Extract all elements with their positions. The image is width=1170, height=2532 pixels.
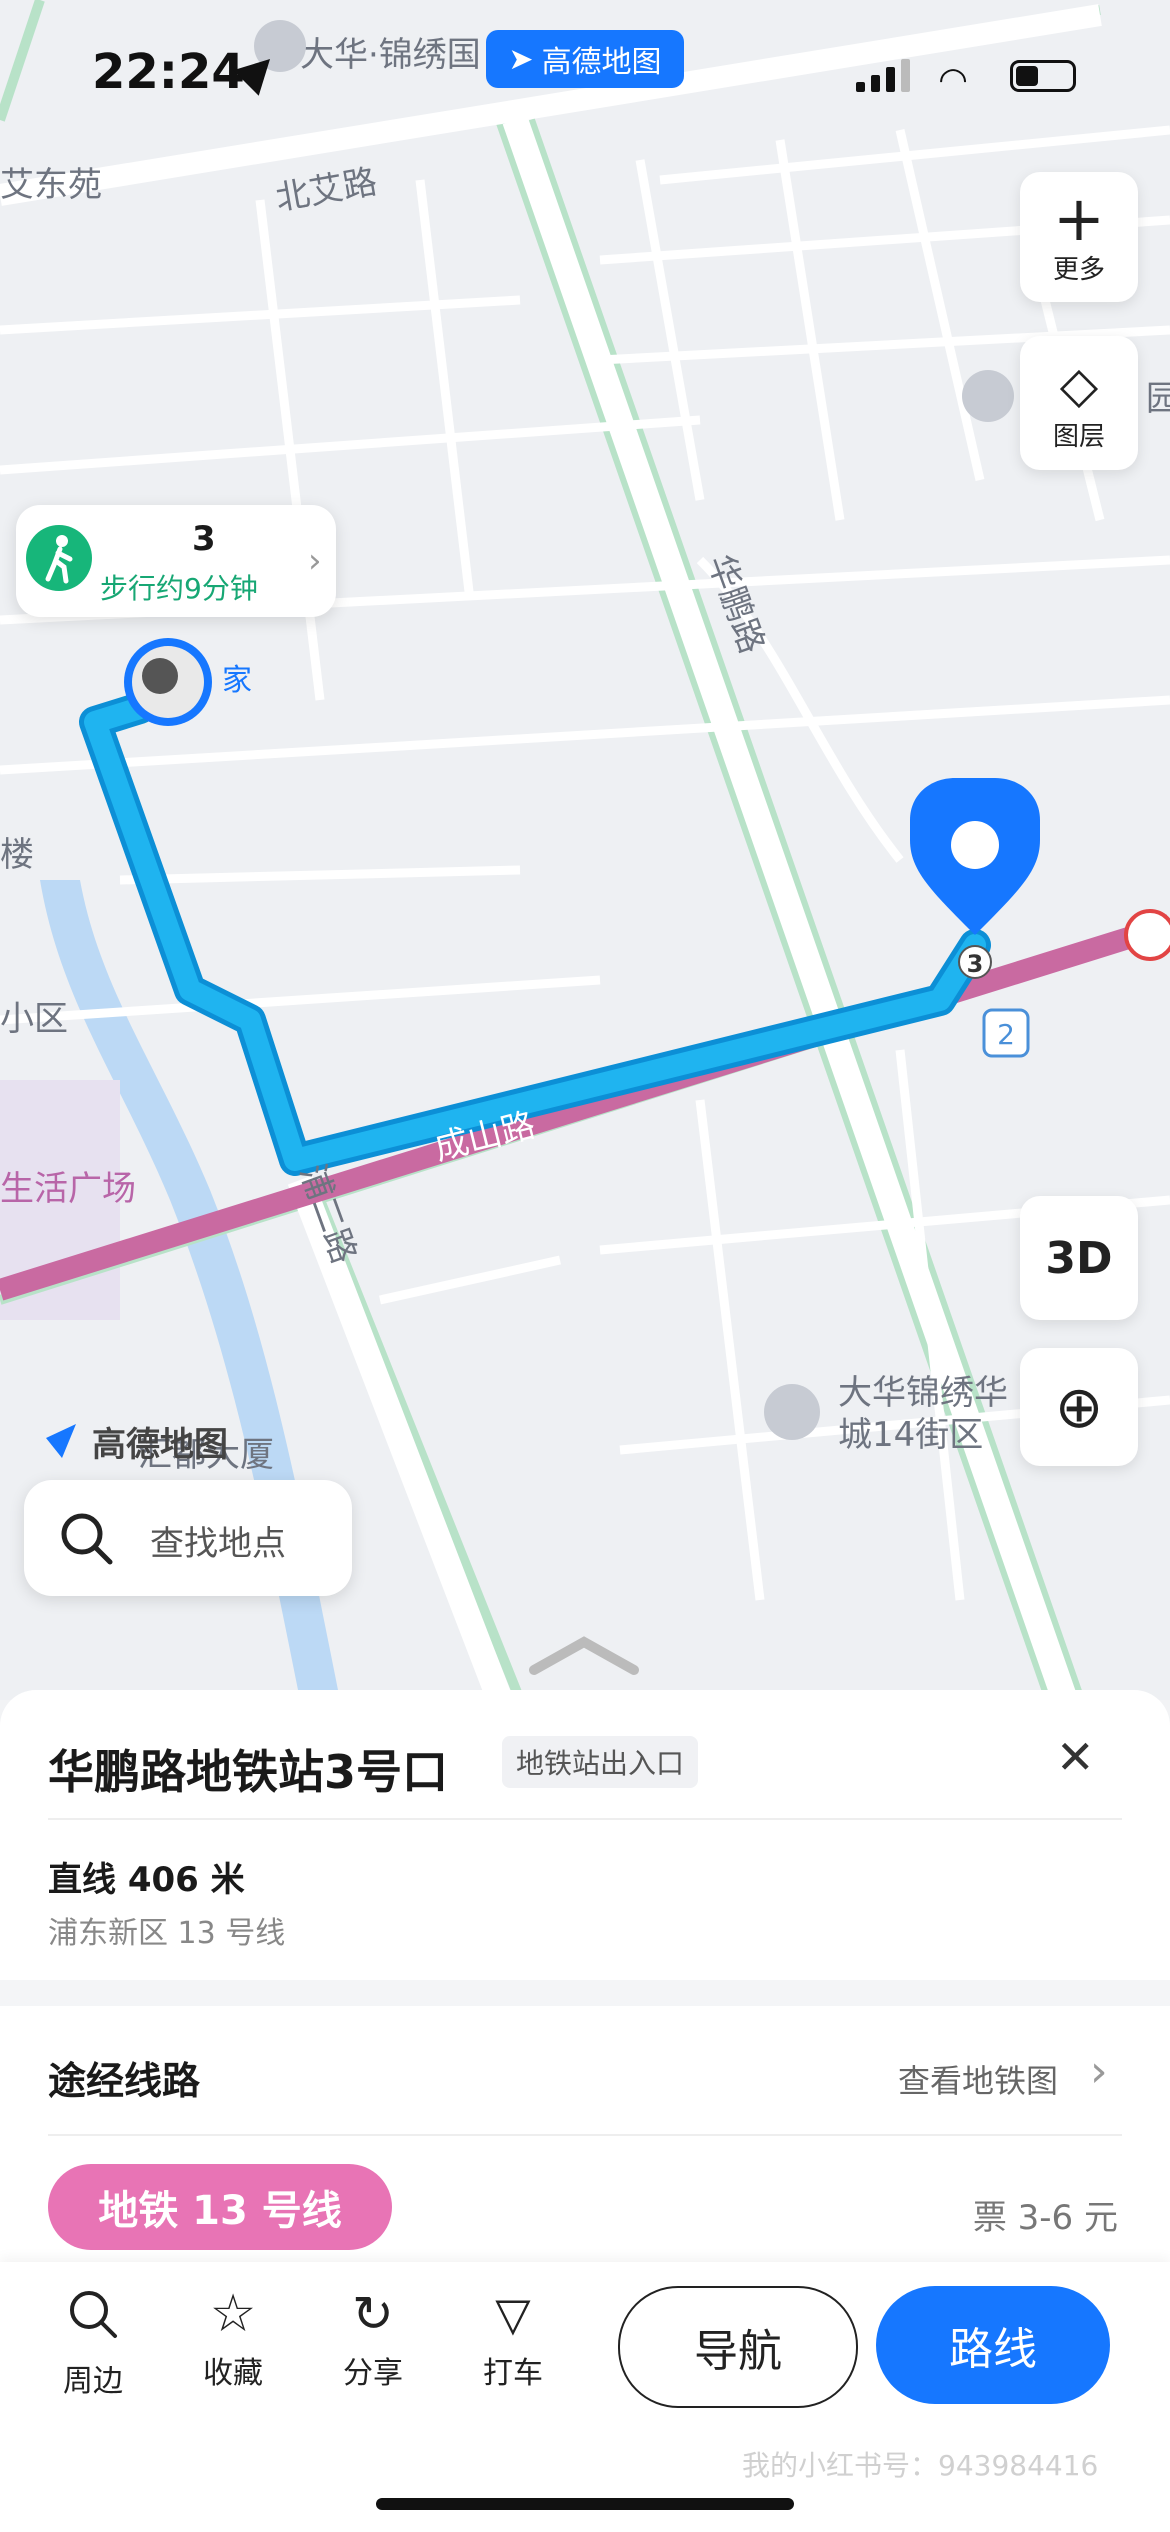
favorite-button[interactable]: ☆ 收藏 [178,2286,288,2392]
home-indicator[interactable] [376,2498,794,2510]
taxi-icon: ▽ [495,2287,531,2341]
taxi-label: 打车 [483,2356,543,2391]
star-icon: ☆ [209,2284,257,2344]
map-view[interactable]: 3 2 家 大华·锦绣国 艾东苑 北艾路 华鹏路 成山路 浦二路 楼 小区 生活… [0,0,1170,1700]
locate-icon: ⊕ [1054,1373,1104,1441]
layers-icon: ◇ [1059,355,1099,414]
plaza-label: 生活广场 [0,1169,136,1209]
poi-icon [764,1384,820,1440]
search-places-button[interactable]: 查找地点 [24,1480,352,1596]
nearby-button[interactable]: 周边 [38,2286,148,2400]
paper-plane-icon: ➤ [508,41,534,77]
share-label: 分享 [343,2356,403,2391]
place-category-tag: 地铁站出入口 [502,1736,699,1788]
wifi-icon: ◠ [940,60,967,100]
share-icon: ↻ [352,2285,394,2343]
poi-icon [962,370,1014,422]
watermark-text: 我的小红书号：943984416 [742,2449,1099,2482]
district-bottom-label-1: 大华锦绣华 [838,1373,1008,1413]
chevron-right-icon: › [308,541,322,581]
more-label: 更多 [1052,254,1105,285]
walk-duration: 步行约9分钟 [100,572,258,605]
search-icon [70,2291,117,2338]
route-button[interactable]: 路线 [876,2286,1110,2404]
area-left-label: 小区 [0,999,68,1039]
chevron-right-icon[interactable]: › [1090,2046,1108,2097]
straight-distance: 直线 406 米 [48,1860,245,1900]
map-logo-text: 高德地图 [92,1425,228,1465]
favorite-label: 收藏 [203,2356,263,2391]
walking-person-icon [26,525,92,591]
route-lines-heading: 途经线路 [48,2059,201,2103]
nearby-label: 周边 [63,2364,123,2399]
place-info-card: 华鹏路地铁站3号口 地铁站出入口 ✕ 直线 406 米 浦东新区 13 号线 [0,1690,1170,1980]
locate-button[interactable]: ⊕ [1020,1348,1138,1466]
left-area-label: 艾东苑 [0,165,102,205]
metro-station-icon[interactable] [1124,909,1170,961]
app-badge-label: 高德地图 [541,45,662,80]
status-time: 22:24 [92,44,245,100]
more-button[interactable]: + 更多 [1020,172,1138,302]
building-label: 楼 [0,835,34,875]
divider [48,2134,1122,2136]
navigate-button[interactable]: 导航 [618,2286,858,2408]
signal-icon [856,58,916,92]
divider [48,1818,1122,1820]
share-button[interactable]: ↻ 分享 [318,2286,428,2392]
search-icon [61,1513,113,1565]
plus-icon: + [1053,181,1105,255]
layers-button[interactable]: ◇ 图层 [1020,336,1138,470]
view-metro-map-link[interactable]: 查看地铁图 [898,2056,1058,2102]
battery-icon [1010,60,1076,92]
exit-2-label: 2 [997,1018,1015,1051]
district-line: 浦东新区 13 号线 [48,1916,286,1951]
taxi-button[interactable]: ▽ 打车 [458,2286,568,2392]
bottom-toolbar: 周边 ☆ 收藏 ↻ 分享 ▽ 打车 导航 路线 我的小红书号：943984416 [0,2262,1170,2532]
3d-button[interactable]: 3D [1020,1196,1138,1320]
walk-title: 3 [192,519,216,559]
district-bottom-label-2: 城14街区 [838,1415,983,1455]
app-badge[interactable]: ➤ 高德地图 [486,30,684,88]
place-title: 华鹏路地铁站3号口 [48,1745,449,1799]
walk-summary-card[interactable]: 3 步行约9分钟 › [16,505,336,617]
home-label: 家 [222,663,252,698]
3d-label: 3D [1045,1232,1113,1284]
layers-label: 图层 [1052,421,1105,452]
home-avatar[interactable] [124,638,212,726]
search-placeholder: 查找地点 [150,1524,286,1564]
station-exit-label: 3 [967,950,984,978]
close-button[interactable]: ✕ [1056,1730,1095,1784]
edge-label: 园 [1146,379,1170,419]
fare-range: 票 3-6 元 [972,2198,1118,2238]
metro-line-chip[interactable]: 地铁 13 号线 [48,2164,392,2250]
status-bar: 22:24 ➤ 高德地图 ◠ [0,0,1170,150]
